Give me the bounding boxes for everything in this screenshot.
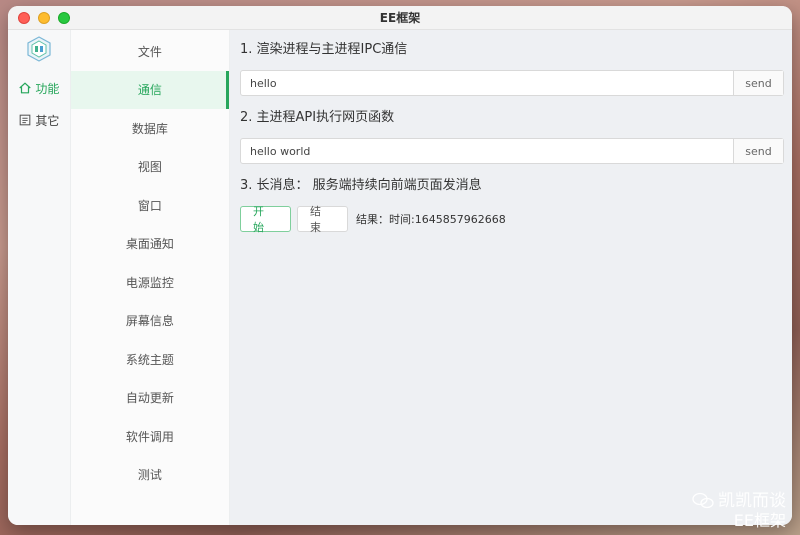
api-message-input[interactable] (241, 139, 733, 163)
menu-item-test[interactable]: 测试 (71, 456, 229, 495)
api-send-button[interactable]: send (733, 139, 783, 163)
secondary-menu: 文件 通信 数据库 视图 窗口 桌面通知 电源监控 屏幕信息 系统主题 自动更新… (70, 30, 230, 525)
menu-item-view[interactable]: 视图 (71, 148, 229, 187)
menu-item-screen-info[interactable]: 屏幕信息 (71, 302, 229, 341)
section-long-message-title: 3. 长消息： 服务端持续向前端页面发消息 (240, 178, 482, 193)
rail-item-other[interactable]: 其它 (18, 104, 59, 136)
result-text: 结果：时间:1645857962668 (356, 213, 506, 226)
wechat-icon (692, 492, 714, 509)
window-title: EE框架 (379, 11, 421, 25)
title-bar: EE框架 (8, 6, 792, 30)
watermark-line2: EE框架 (733, 511, 786, 530)
rail-item-features[interactable]: 功能 (18, 72, 59, 104)
main-content: 1. 渲染进程与主进程IPC通信 send 2. 主进程API执行网页函数 se… (230, 30, 792, 525)
api-input-group: send (240, 138, 784, 164)
section-ipc-title: 1. 渲染进程与主进程IPC通信 (240, 42, 408, 57)
long-message-controls: 开 始 结 束 结果：时间:1645857962668 (240, 205, 784, 234)
app-window: EE框架 功能 其它 文件 通信 数据库 视图 窗口 桌面通知 电源监控 屏幕信… (8, 6, 792, 525)
menu-item-window[interactable]: 窗口 (71, 186, 229, 225)
rail-item-label: 其它 (35, 113, 60, 128)
document-icon (20, 114, 31, 126)
watermark: 凯凯而谈 EE框架 (692, 491, 786, 531)
window-controls (18, 12, 70, 24)
menu-item-database[interactable]: 数据库 (71, 109, 229, 148)
ipc-send-button[interactable]: send (733, 71, 783, 95)
start-button[interactable]: 开 始 (240, 205, 291, 234)
menu-item-desktop-notification[interactable]: 桌面通知 (71, 225, 229, 264)
ipc-message-input[interactable] (241, 71, 733, 95)
close-window-button[interactable] (18, 12, 30, 24)
minimize-window-button[interactable] (38, 12, 50, 24)
menu-item-communication[interactable]: 通信 (70, 70, 230, 109)
menu-item-file[interactable]: 文件 (71, 32, 229, 71)
menu-item-auto-update[interactable]: 自动更新 (71, 379, 229, 418)
ipc-input-group: send (240, 70, 784, 96)
menu-item-software-call[interactable]: 软件调用 (71, 417, 229, 456)
section-api-title: 2. 主进程API执行网页函数 (240, 110, 395, 125)
app-logo-icon (27, 36, 51, 62)
stop-button[interactable]: 结 束 (297, 205, 348, 234)
menu-item-power-monitor[interactable]: 电源监控 (71, 263, 229, 302)
watermark-line1: 凯凯而谈 (718, 491, 786, 511)
primary-rail: 功能 其它 (8, 30, 71, 525)
maximize-window-button[interactable] (58, 12, 70, 24)
menu-item-system-theme[interactable]: 系统主题 (71, 340, 229, 379)
home-icon (19, 82, 32, 94)
rail-item-label: 功能 (35, 81, 60, 96)
